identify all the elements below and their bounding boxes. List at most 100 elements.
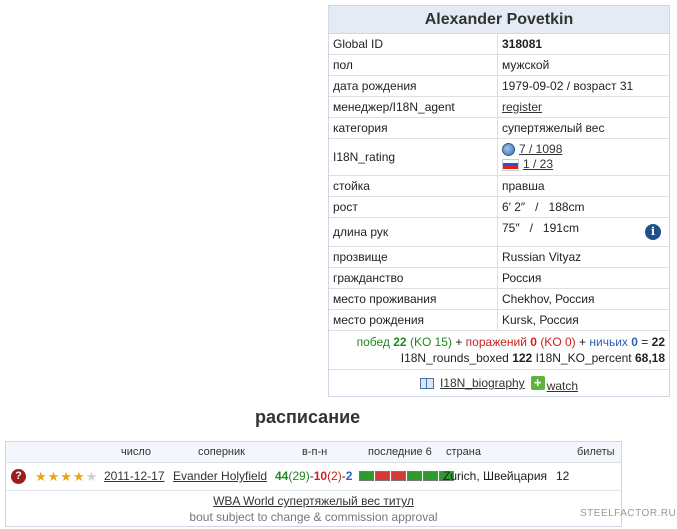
label-birth: дата рождения [329,76,498,96]
label-stance: стойка [329,176,498,196]
row-global-id: Global ID 318081 [329,34,669,55]
row-stance: стойка правша [329,176,669,197]
last6-result-box [407,471,422,481]
losses-label: поражений [465,335,527,349]
label-height: рост [329,197,498,217]
last6-result-box [375,471,390,481]
title-fight-link[interactable]: WBA World супертяжелый вес титул [213,494,414,508]
label-birthplace: место рождения [329,310,498,330]
label-category: категория [329,118,498,138]
opp-losses-ko: (2) [327,469,342,483]
row-reach: длина рук 75″ / 191cm i [329,218,669,247]
value-birthplace: Kursk, Россия [502,313,579,327]
opp-losses: 10 [313,469,328,483]
value-sex: мужской [502,58,550,72]
value-stance: правша [502,179,545,193]
add-watch-icon[interactable]: + [530,376,545,390]
last6-results [359,471,454,481]
row-rating: I18N_rating 7 / 1098 1 / 23 [329,139,669,176]
book-icon [419,377,434,389]
value-global-id: 318081 [502,37,543,51]
opp-wins-ko: (29) [288,469,310,483]
header-last6: последние 6 [368,446,432,458]
last6-result-box [391,471,406,481]
site-watermark: STEELFACTOR.RU [580,508,677,519]
row-birthplace: место рождения Kursk, Россия [329,310,669,331]
biography-row: I18N_biography + watch [329,370,669,396]
value-birth: 1979-09-02 / возраст 31 [502,79,634,93]
last6-result-box [359,471,374,481]
stars-empty: ★ [85,469,99,484]
wins-count: 22 [393,335,407,349]
opp-wins: 44 [275,469,289,483]
header-wld: в-п-н [302,446,328,458]
label-manager: менеджер/I18N_agent [329,97,498,117]
globe-icon [502,143,515,156]
row-category: категория супертяжелый вес [329,118,669,139]
value-reach: 75″ / 191cm [502,221,579,235]
schedule-heading: расписание [255,407,361,427]
biography-link[interactable]: I18N_biography [440,376,525,390]
total-bouts: 22 [651,335,665,349]
label-alias: прозвище [329,247,498,267]
bout-title-row: WBA World супертяжелый вес титул bout su… [6,491,621,526]
ko-percent-value: 68,18 [634,351,665,365]
draws-label: ничьих [589,335,628,349]
schedule-table: число соперник в-п-н последние 6 страна … [5,441,622,527]
opp-draws: 2 [345,469,353,483]
boxer-name: Alexander Povetkin [329,6,669,34]
last6-result-box [423,471,438,481]
header-opponent: соперник [198,446,245,458]
equals-sign: = [641,335,649,349]
label-reach: длина рук [329,218,498,246]
value-alias: Russian Vityaz [502,250,582,264]
ko-percent-label: I18N_KO_percent [535,351,632,365]
wins-ko: (KO 15) [409,335,452,349]
label-global-id: Global ID [329,34,498,54]
boxer-profile-table: Alexander Povetkin Global ID 318081 пол … [328,5,670,397]
value-category: супертяжелый вес [502,121,605,135]
row-birth: дата рождения 1979-09-02 / возраст 31 [329,76,669,97]
header-tickets: билеты [577,446,615,458]
opponent-record: 44(29)-10(2)-2 [275,469,352,483]
russia-flag-icon [502,158,519,171]
draws-count: 0 [631,335,638,349]
watch-link[interactable]: watch [547,379,578,393]
value-citizenship: Россия [502,271,542,285]
rounds-value: 122 [512,351,533,365]
value-residence: Chekhov, Россия [502,292,595,306]
record-summary: побед 22 (KO 15) + поражений 0 (KO 0) + … [329,331,669,370]
row-citizenship: гражданство Россия [329,268,669,289]
header-country: страна [446,446,481,458]
label-residence: место проживания [329,289,498,309]
label-citizenship: гражданство [329,268,498,288]
row-alias: прозвище Russian Vityaz [329,247,669,268]
row-sex: пол мужской [329,55,669,76]
losses-ko: (KO 0) [540,335,576,349]
plus-sign: + [455,335,463,349]
plus-sign: + [579,335,587,349]
opponent-link[interactable]: Evander Holyfield [173,469,267,483]
value-height: 6′ 2″ / 188cm [502,200,585,214]
bout-rounds: 12 [556,469,570,483]
country-rating-link[interactable]: 1 / 23 [523,157,553,172]
stars-filled: ★★★★ [35,469,86,484]
row-residence: место проживания Chekhov, Россия [329,289,669,310]
register-link[interactable]: register [502,100,542,114]
bout-row[interactable]: ? ★★★★★ 2011-12-17 Evander Holyfield 44(… [6,463,621,491]
info-icon[interactable]: i [645,224,661,240]
world-rating-link[interactable]: 7 / 1098 [519,142,562,157]
bout-note: bout subject to change & commission appr… [189,510,438,524]
bout-rating-stars: ★★★★★ [35,469,98,485]
label-rating: I18N_rating [329,139,498,175]
bout-date-link[interactable]: 2011-12-17 [104,469,165,483]
bout-location: Zurich, Швейцария [443,469,548,483]
wins-label: побед [356,335,390,349]
header-date: число [121,446,152,458]
losses-count: 0 [530,335,537,349]
row-manager: менеджер/I18N_agent register [329,97,669,118]
label-sex: пол [329,55,498,75]
schedule-header-row: число соперник в-п-н последние 6 страна … [6,442,621,463]
question-icon[interactable]: ? [11,469,26,484]
rounds-label: I18N_rounds_boxed [400,351,509,365]
